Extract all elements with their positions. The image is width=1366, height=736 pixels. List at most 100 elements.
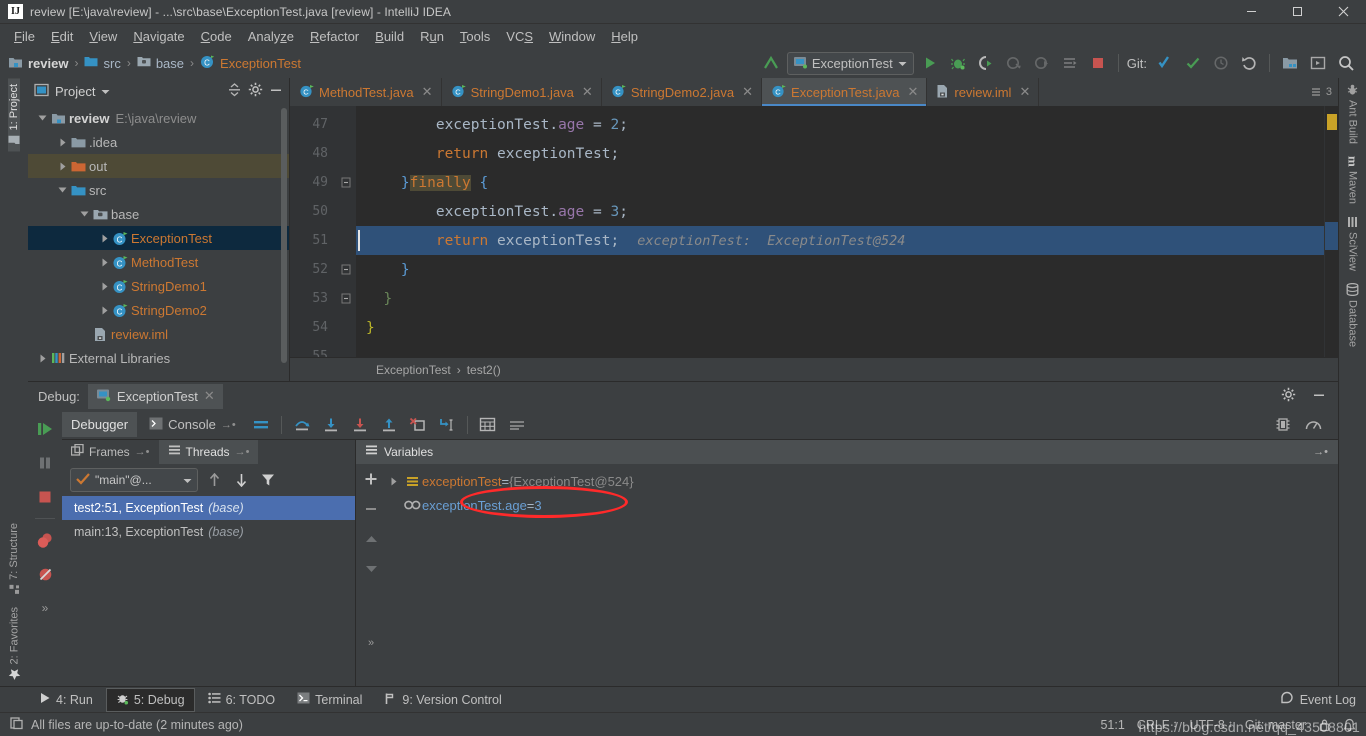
close-icon[interactable]: ✕ [907, 84, 918, 100]
step-into-icon[interactable] [318, 412, 344, 438]
remove-watch-icon[interactable] [360, 498, 382, 520]
hide-icon[interactable] [1312, 388, 1338, 405]
settings-panel-icon[interactable] [1306, 51, 1330, 75]
variables-list[interactable]: exceptionTest = {ExceptionTest@524} exce… [386, 464, 1338, 686]
step-over-icon[interactable] [289, 412, 315, 438]
variable-row-watch-age[interactable]: exceptionTest.age = 3 [386, 493, 1338, 517]
search-everywhere-icon[interactable] [1334, 51, 1358, 75]
editor-tab-overflow[interactable]: 3 [1311, 78, 1338, 106]
thread-selector[interactable]: "main"@... [70, 468, 198, 492]
editor-tab-review-iml[interactable]: review.iml ✕ [927, 78, 1040, 106]
menu-window[interactable]: Window [541, 26, 603, 47]
more-icon[interactable]: » [360, 632, 382, 654]
tab-debugger[interactable]: Debugger [62, 412, 138, 437]
settings-icon[interactable] [1270, 412, 1296, 438]
evaluate-expression-icon[interactable] [475, 412, 501, 438]
maximize-icon[interactable] [1274, 0, 1320, 24]
menu-help[interactable]: Help [603, 26, 646, 47]
editor-tab-exceptiontest[interactable]: C ExceptionTest.java ✕ [762, 78, 928, 106]
close-icon[interactable]: ✕ [742, 84, 753, 100]
bottom-tab-version-control[interactable]: 9: Version Control [375, 689, 510, 711]
breadcrumb-base[interactable]: base [156, 56, 184, 71]
editor-tab-stringdemo2[interactable]: C StringDemo2.java ✕ [602, 78, 763, 106]
attach-icon[interactable] [1030, 51, 1054, 75]
drop-frame-icon[interactable] [405, 412, 431, 438]
variable-row-exceptiontest[interactable]: exceptionTest = {ExceptionTest@524} [386, 469, 1338, 493]
bottom-tab-terminal[interactable]: Terminal [288, 689, 371, 710]
close-icon[interactable]: ✕ [204, 388, 215, 404]
close-icon[interactable]: ✕ [582, 84, 593, 100]
chevron-expanded-icon[interactable] [56, 186, 69, 194]
tab-console[interactable]: Console →• [140, 412, 245, 438]
close-icon[interactable]: ✕ [1019, 84, 1030, 100]
frames-list[interactable]: test2:51, ExceptionTest (base) main:13, … [62, 496, 355, 686]
git-rollback-icon[interactable] [1237, 51, 1261, 75]
editor-breadcrumb-class[interactable]: ExceptionTest [376, 363, 451, 377]
menu-edit[interactable]: Edit [43, 26, 81, 47]
run-icon[interactable] [918, 51, 942, 75]
sidebar-item-database[interactable]: Database [1346, 277, 1359, 353]
layout-settings-icon[interactable] [504, 412, 530, 438]
run-with-coverage-icon[interactable] [974, 51, 998, 75]
caret-position[interactable]: 51:1 [1100, 718, 1124, 732]
menu-run[interactable]: Run [412, 26, 452, 47]
step-out-icon[interactable] [376, 412, 402, 438]
sidebar-item-maven[interactable]: m Maven [1345, 150, 1361, 210]
pin-icon[interactable]: →• [135, 446, 150, 458]
debug-icon[interactable] [946, 51, 970, 75]
stop-icon[interactable] [32, 482, 58, 512]
tree-node-src[interactable]: src [28, 178, 289, 202]
tab-frames[interactable]: Frames →• [62, 440, 159, 464]
editor-tab-stringdemo1[interactable]: C StringDemo1.java ✕ [442, 78, 602, 106]
tree-node-methodtest[interactable]: C MethodTest [28, 250, 289, 274]
menu-file[interactable]: FFileile [6, 26, 43, 47]
code-editor[interactable]: 47 48 49 50 51 52 53 54 55 exceptionTest… [290, 106, 1338, 357]
pin-icon[interactable]: →• [235, 446, 250, 458]
menu-tools[interactable]: Tools [452, 26, 498, 47]
chevron-down-icon[interactable] [101, 84, 110, 98]
git-commit-icon[interactable] [1181, 51, 1205, 75]
chevron-collapsed-icon[interactable] [56, 138, 69, 147]
menu-refactor[interactable]: Refactor [302, 26, 367, 47]
sidebar-item-ant-build[interactable]: Ant Build [1346, 78, 1359, 150]
chevron-collapsed-icon[interactable] [98, 258, 111, 267]
project-tree[interactable]: review E:\java\review .idea out src base… [28, 104, 289, 381]
tree-node-base[interactable]: base [28, 202, 289, 226]
tree-node-review[interactable]: review E:\java\review [28, 106, 289, 130]
resume-icon[interactable] [32, 414, 58, 444]
performance-icon[interactable] [1300, 412, 1326, 438]
chevron-collapsed-icon[interactable] [98, 234, 111, 243]
tree-node-out[interactable]: out [28, 154, 289, 178]
build-icon[interactable] [759, 51, 783, 75]
git-branch[interactable]: Git: master [1245, 718, 1306, 732]
sidebar-item-project[interactable]: 1: Project [8, 78, 20, 152]
menu-analyze[interactable]: Analyze [240, 26, 302, 47]
force-step-into-icon[interactable] [347, 412, 373, 438]
move-up-icon[interactable] [360, 528, 382, 550]
code-content[interactable]: exceptionTest. age = 2; return exceptionT… [356, 106, 1324, 357]
gear-icon[interactable] [248, 82, 263, 100]
project-structure-icon[interactable] [1278, 51, 1302, 75]
git-history-icon[interactable] [1209, 51, 1233, 75]
view-breakpoints-icon[interactable] [32, 525, 58, 555]
run-dashboard-icon[interactable] [1058, 51, 1082, 75]
chevron-collapsed-icon[interactable] [36, 354, 49, 363]
run-configuration-selector[interactable]: ExceptionTest [786, 51, 914, 75]
stop-icon[interactable] [1086, 51, 1110, 75]
menu-build[interactable]: Build [367, 26, 412, 47]
editor-tab-methodtest[interactable]: C MethodTest.java ✕ [290, 78, 442, 106]
tab-threads[interactable]: Threads →• [158, 440, 259, 464]
menu-code[interactable]: Code [193, 26, 240, 47]
sidebar-item-structure[interactable]: 7: Structure [8, 517, 20, 601]
chevron-collapsed-icon[interactable] [56, 162, 69, 171]
tree-node-stringdemo1[interactable]: C StringDemo1 [28, 274, 289, 298]
chevron-expanded-icon[interactable] [36, 114, 49, 122]
pause-icon[interactable] [32, 448, 58, 478]
tree-node-exceptiontest[interactable]: C ExceptionTest [28, 226, 289, 250]
lock-icon[interactable] [1318, 718, 1331, 732]
tree-node-external-libraries[interactable]: External Libraries [28, 346, 289, 370]
more-icon[interactable]: » [32, 593, 58, 623]
frames-down-icon[interactable] [230, 473, 252, 487]
project-tree-scrollbar[interactable] [281, 108, 287, 363]
move-down-icon[interactable] [360, 558, 382, 580]
